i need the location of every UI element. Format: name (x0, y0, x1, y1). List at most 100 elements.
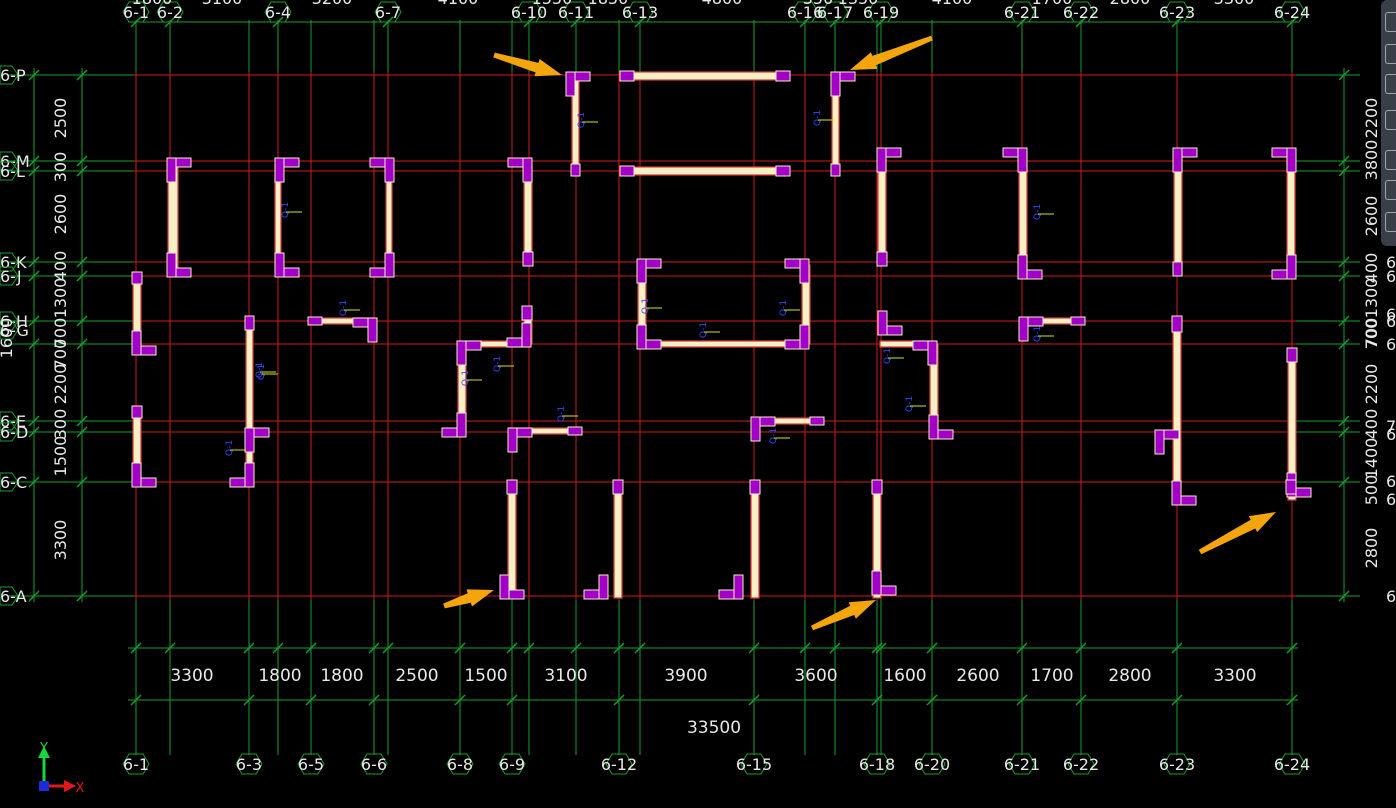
wall-column[interactable] (384, 157, 395, 183)
shear-wall[interactable] (245, 319, 254, 483)
wall-column[interactable] (877, 310, 888, 336)
grid-label-bottom: 6-9 (499, 755, 525, 774)
wall-column[interactable] (244, 427, 255, 453)
wall-column[interactable] (274, 157, 285, 183)
wall-column[interactable] (131, 462, 142, 488)
wall-column[interactable] (131, 405, 143, 419)
wall-column[interactable] (927, 340, 938, 366)
wall-column[interactable] (521, 305, 533, 321)
wall-column[interactable] (750, 416, 761, 442)
wall-column[interactable] (928, 414, 939, 440)
wall-tag: Q-1 (225, 440, 235, 456)
wall-column[interactable] (131, 271, 143, 285)
wall-column[interactable] (619, 70, 635, 82)
shear-wall[interactable] (621, 166, 789, 176)
toolbar-button-2[interactable] (1385, 44, 1396, 64)
toolbar-button-1[interactable] (1385, 12, 1396, 32)
wall-column[interactable] (1286, 254, 1297, 280)
cad-drawing-canvas[interactable]: Q-1 Q-1 Q-1 Q-1 Q-1 Q-1 Q-1 Q-1 Q-1 Q-1 Q-1 Q-1 Q-1 Q… (0, 0, 1396, 808)
ucs-xy-icon: YX (38, 741, 85, 796)
wall-column[interactable] (809, 416, 825, 426)
wall-column[interactable] (244, 315, 255, 331)
wall-column[interactable] (733, 574, 744, 600)
wall-column[interactable] (456, 412, 467, 438)
bottom-dimension-text: 3100 (544, 666, 587, 686)
toolbar-button-4[interactable] (1385, 110, 1396, 130)
shear-wall[interactable] (639, 340, 807, 348)
shear-wall[interactable] (750, 481, 760, 599)
wall-column[interactable] (619, 165, 635, 177)
wall-column[interactable] (131, 330, 142, 356)
toolbar-button-6[interactable] (1385, 180, 1396, 200)
wall-tag: Q-1 (641, 298, 651, 314)
wall-column[interactable] (1154, 429, 1165, 455)
wall-column[interactable] (567, 426, 583, 436)
grid-label-bottom: 6-5 (298, 755, 324, 774)
wall-column-layer[interactable] (131, 70, 1312, 600)
wall-column[interactable] (166, 252, 177, 278)
wall-column[interactable] (274, 252, 285, 278)
wall-column[interactable] (565, 71, 576, 97)
left-axis-label: 6-L (0, 162, 25, 181)
grid-label-bottom: 6-8 (447, 755, 473, 774)
wall-column[interactable] (799, 258, 810, 284)
wall-column[interactable] (799, 324, 810, 350)
wall-column[interactable] (1172, 147, 1183, 173)
right-axis-label: 6 (1386, 267, 1396, 286)
wall-column[interactable] (507, 427, 518, 453)
wall-column[interactable] (749, 479, 761, 495)
wall-column[interactable] (876, 251, 888, 267)
wall-column[interactable] (1171, 315, 1183, 333)
grid-label-top: 6-23 (1159, 3, 1195, 22)
top-dimension-text: 4100 (932, 0, 973, 8)
wall-column[interactable] (1286, 347, 1298, 363)
wall-column[interactable] (244, 462, 255, 488)
wall-column[interactable] (598, 574, 609, 600)
top-dimension-text: 1350 (838, 0, 879, 8)
wall-column[interactable] (1018, 316, 1029, 342)
wall-column[interactable] (521, 322, 532, 348)
wall-column[interactable] (775, 165, 791, 177)
shear-wall[interactable] (1172, 319, 1182, 501)
wall-column[interactable] (1171, 480, 1182, 506)
wall-column[interactable] (1285, 479, 1297, 495)
wall-column[interactable] (1070, 316, 1086, 326)
ucs-y-label: Y (39, 741, 48, 756)
wall-column[interactable] (307, 316, 323, 326)
wall-column[interactable] (522, 157, 533, 183)
wall-column[interactable] (367, 317, 378, 343)
wall-column[interactable] (871, 479, 883, 495)
wall-column[interactable] (830, 163, 841, 177)
wall-tag: Q-1 (281, 202, 291, 218)
wall-column[interactable] (636, 258, 647, 284)
grid-label-bottom: 6-20 (914, 755, 950, 774)
wall-column[interactable] (1286, 147, 1297, 173)
wall-column[interactable] (506, 479, 518, 495)
wall-column[interactable] (522, 251, 534, 267)
wall-column[interactable] (1017, 147, 1028, 173)
shear-wall[interactable] (613, 481, 623, 599)
wall-column[interactable] (636, 324, 647, 350)
toolbar-button-3[interactable] (1385, 74, 1396, 94)
top-dimension-text: 3300 (1214, 0, 1255, 8)
wall-column[interactable] (1172, 261, 1183, 277)
left-dimension-text: 300 (51, 409, 70, 440)
wall-column[interactable] (166, 157, 177, 183)
wall-column[interactable] (612, 479, 624, 495)
toolbar-button-5[interactable] (1385, 150, 1396, 170)
wall-column[interactable] (384, 252, 395, 278)
right-dimension-text: 2800 (1362, 528, 1381, 569)
toolbar-button-7[interactable] (1385, 212, 1396, 232)
shear-wall-layer[interactable] (132, 71, 1297, 599)
wall-column[interactable] (1017, 254, 1028, 280)
wall-column[interactable] (775, 70, 791, 82)
wall-column[interactable] (830, 71, 841, 97)
bottom-dimension-text: 2800 (1108, 666, 1151, 686)
wall-column[interactable] (456, 340, 467, 366)
shear-wall[interactable] (621, 71, 789, 81)
wall-column[interactable] (871, 570, 882, 596)
side-toolbar[interactable] (1381, 0, 1396, 246)
wall-column[interactable] (570, 163, 581, 177)
wall-column[interactable] (499, 574, 510, 600)
wall-column[interactable] (876, 147, 887, 173)
